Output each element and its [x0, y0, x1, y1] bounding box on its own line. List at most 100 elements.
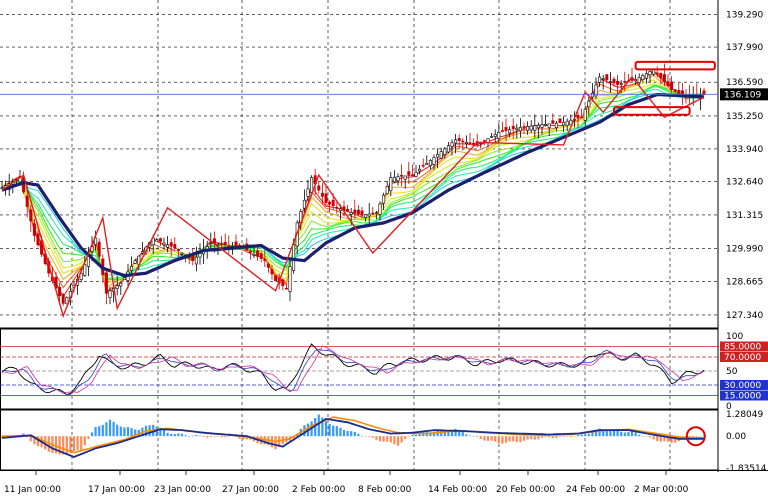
- macd-bar: [659, 436, 662, 442]
- macd-bar: [123, 427, 126, 437]
- macd-bar: [472, 435, 475, 437]
- macd-bar: [112, 421, 115, 437]
- candle-body: [371, 212, 375, 215]
- rsi-pane[interactable]: [0, 343, 718, 396]
- rsi-level-tag-text: 15.0000: [724, 392, 761, 402]
- macd-bar: [627, 432, 630, 437]
- macd-bar: [180, 433, 184, 437]
- macd-bar: [486, 436, 490, 441]
- candle-body: [389, 177, 393, 192]
- macd-bar: [555, 436, 558, 439]
- macd-bar: [335, 426, 338, 437]
- candle-body: [328, 201, 332, 205]
- macd-bar: [616, 430, 619, 437]
- macd-bar: [494, 436, 497, 442]
- chart-grid: [0, 0, 718, 470]
- candle-body: [259, 253, 263, 259]
- macd-bar: [98, 426, 101, 437]
- candle-body: [529, 125, 533, 131]
- macd-bar: [573, 436, 576, 437]
- rsi-label: 100: [726, 332, 743, 342]
- macd-bar: [386, 436, 389, 442]
- macd-bar: [544, 436, 547, 437]
- macd-bar: [317, 414, 320, 437]
- candle-body: [558, 118, 562, 123]
- price-label: 129.990: [726, 244, 763, 254]
- current-price-text: 136.109: [724, 90, 761, 100]
- macd-bar: [224, 436, 227, 438]
- candle-body: [346, 209, 350, 212]
- candle-body: [173, 244, 177, 249]
- candle-body: [612, 78, 616, 84]
- macd-bar: [101, 424, 104, 437]
- price-label: 132.640: [726, 178, 763, 188]
- macd-bar: [641, 436, 644, 437]
- macd-pane[interactable]: [0, 414, 706, 458]
- candle-body: [223, 241, 227, 246]
- macd-bar: [512, 436, 515, 442]
- macd-bar: [414, 434, 418, 437]
- candle-body: [61, 294, 65, 304]
- candle-body: [198, 253, 202, 258]
- macd-frame: [0, 409, 719, 471]
- candle-body: [324, 193, 328, 204]
- macd-bar: [465, 434, 468, 437]
- candle-body: [670, 81, 674, 90]
- candle-body: [284, 287, 288, 290]
- trading-chart[interactable]: 139.290 137.990 136.590 135.250 133.940 132.6…: [0, 0, 768, 502]
- macd-bar: [213, 436, 216, 437]
- candle-body: [425, 163, 429, 165]
- macd-bar: [620, 431, 623, 437]
- candle-body: [587, 100, 591, 108]
- candle-body: [648, 71, 652, 76]
- rsi-level-tag-text: 70.0000: [724, 353, 761, 363]
- candle-body: [306, 188, 310, 197]
- time-label: 23 Jan 00:00: [154, 485, 211, 495]
- macd-bar: [371, 436, 374, 438]
- rsi-line: [1, 343, 705, 396]
- macd-bar: [479, 436, 482, 439]
- macd-bar: [216, 436, 220, 437]
- candle-body: [288, 266, 292, 292]
- time-label: 2 Feb 00:00: [292, 485, 346, 495]
- ma-ribbon: [1, 70, 705, 298]
- candle-body: [29, 209, 33, 222]
- candle-body: [385, 186, 389, 195]
- candle-body: [65, 297, 69, 305]
- time-axis-labels: 11 Jan 00:00 17 Jan 00:00 23 Jan 00:00 27 J…: [4, 470, 689, 495]
- time-label: 24 Feb 00:00: [566, 485, 625, 495]
- candle-body: [644, 73, 648, 79]
- annotation-rect[interactable]: [634, 60, 716, 71]
- macd-bar: [519, 436, 522, 443]
- price-label: 137.990: [726, 43, 763, 53]
- candle-body: [432, 157, 436, 165]
- candle-body: [317, 185, 321, 191]
- candle-body: [464, 142, 468, 144]
- macd-bar: [569, 436, 572, 438]
- candle-body: [302, 199, 306, 209]
- candle-body: [104, 272, 108, 294]
- candle-body: [360, 210, 364, 216]
- macd-bar: [522, 436, 526, 441]
- candle-body: [482, 140, 486, 142]
- macd-bar: [400, 436, 403, 443]
- candle-body: [266, 263, 270, 268]
- macd-bar: [177, 433, 180, 437]
- candle-body: [248, 250, 252, 253]
- macd-label: 1.28049: [726, 410, 763, 420]
- macd-bar: [501, 436, 504, 444]
- candle-body: [497, 131, 501, 139]
- price-label: 127.340: [726, 311, 763, 321]
- candle-body: [583, 108, 587, 121]
- price-pane[interactable]: [0, 60, 718, 319]
- candle-body: [540, 124, 544, 128]
- candle-body: [493, 134, 497, 137]
- candle-body: [677, 89, 681, 94]
- candle-body: [457, 138, 461, 141]
- candle-body: [511, 125, 515, 130]
- candle-body: [421, 164, 425, 167]
- candle-body: [281, 279, 285, 287]
- candle-body: [551, 120, 555, 124]
- candle-body: [608, 81, 612, 83]
- candle-body: [673, 89, 677, 92]
